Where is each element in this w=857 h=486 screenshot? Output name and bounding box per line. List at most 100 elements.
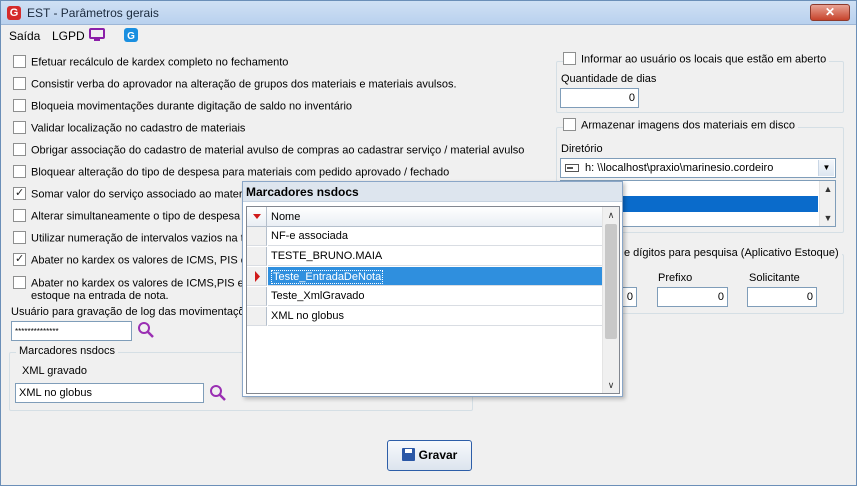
prefixo-field[interactable]: 0 <box>657 287 728 307</box>
row-indicator <box>247 267 267 286</box>
option-recalculo-kardex[interactable]: Efetuar recálculo de kardex completo no … <box>13 55 289 72</box>
checkbox[interactable] <box>13 253 26 266</box>
solicitante-label: Solicitante <box>749 272 800 284</box>
grid-row[interactable]: TESTE_BRUNO.MAIA <box>247 247 602 266</box>
row-indicator <box>247 287 267 306</box>
option-label: Obrigar associação do cadastro de materi… <box>31 144 525 157</box>
checkbox[interactable] <box>13 55 26 68</box>
option-label: Consistir verba do aprovador na alteraçã… <box>31 78 457 91</box>
option-validar-localizacao[interactable]: Validar localização no cadastro de mater… <box>13 121 246 138</box>
grid-row-selected[interactable]: Teste_EntradaDeNota <box>247 267 602 286</box>
sort-indicator[interactable] <box>247 207 267 226</box>
option-numeracao-intervalos[interactable]: Utilizar numeração de intervalos vazios … <box>13 231 248 248</box>
brand-app-icon[interactable]: G <box>123 27 139 43</box>
option-label: Abater no kardex os valores de ICMS, PIS… <box>31 254 247 267</box>
menu-bar: Saída LGPD G <box>1 25 856 47</box>
scroll-up-icon[interactable]: ▲ <box>820 181 836 197</box>
gravar-button[interactable]: Gravar <box>387 440 472 471</box>
grid-cell[interactable]: NF-e associada <box>268 227 602 246</box>
close-button[interactable]: ✕ <box>810 4 850 21</box>
option-bloquear-tipo-despesa[interactable]: Bloquear alteração do tipo de despesa pa… <box>13 165 450 182</box>
checkbox[interactable] <box>563 118 576 131</box>
option-label: Armazenar imagens dos materiais em disco <box>581 119 795 132</box>
option-label: Informar ao usuário os locais que estão … <box>581 53 827 66</box>
search-icon[interactable] <box>137 321 155 339</box>
scroll-thumb[interactable] <box>605 224 617 339</box>
checkbox[interactable] <box>13 276 26 289</box>
scroll-up-icon[interactable]: ∧ <box>603 207 619 223</box>
checkbox[interactable] <box>13 121 26 134</box>
checkbox[interactable] <box>13 231 26 244</box>
drive-icon <box>565 164 579 172</box>
grid-cell[interactable]: Teste_EntradaDeNota <box>268 267 602 286</box>
window-title: EST - Parâmetros gerais <box>27 6 159 20</box>
chevron-down-icon[interactable]: ▼ <box>818 160 834 176</box>
group-title: Marcadores nsdocs <box>16 345 118 357</box>
xml-gravado-label: XML gravado <box>22 365 88 377</box>
option-label: Alterar simultaneamente o tipo de despes… <box>31 210 250 223</box>
option-obrigar-associacao[interactable]: Obrigar associação do cadastro de materi… <box>13 143 525 160</box>
option-alterar-tipo-despesa[interactable]: Alterar simultaneamente o tipo de despes… <box>13 209 250 226</box>
grid-row[interactable]: NF-e associada <box>247 227 602 246</box>
checkbox[interactable] <box>13 209 26 222</box>
row-indicator <box>247 247 267 266</box>
grid-cell-text: Teste_EntradaDeNota <box>271 270 384 284</box>
save-icon <box>401 448 415 461</box>
scrollbar[interactable]: ▲ ▼ <box>819 181 835 226</box>
option-label: Abater no kardex os valores de ICMS,PIS … <box>31 277 244 290</box>
log-user-field[interactable]: ************** <box>11 321 132 341</box>
scroll-down-icon[interactable]: ▼ <box>820 210 836 226</box>
current-row-arrow-icon <box>255 271 260 282</box>
title-bar: G EST - Parâmetros gerais ✕ <box>1 1 856 25</box>
option-label: Bloqueia movimentações durante digitação… <box>31 100 353 113</box>
popup-title: Marcadores nsdocs <box>243 182 622 202</box>
column-header-nome[interactable]: Nome <box>271 211 300 223</box>
checkbox[interactable] <box>563 52 576 65</box>
option-label-cont: estoque na entrada de nota. <box>31 290 169 302</box>
option-label: Validar localização no cadastro de mater… <box>31 122 246 135</box>
grid-header: Nome <box>247 207 602 227</box>
menu-item-lgpd[interactable]: LGPD <box>52 29 85 43</box>
grid-scrollbar[interactable]: ∧ ∨ <box>602 207 619 393</box>
marcadores-grid[interactable]: Nome NF-e associada TESTE_BRUNO.MAIA Tes… <box>246 206 620 394</box>
diretorio-select[interactable]: h: \\localhost\praxio\marinesio.cordeiro… <box>560 158 836 178</box>
checkbox[interactable] <box>13 187 26 200</box>
grid-cell[interactable]: Teste_XmlGravado <box>268 287 602 306</box>
option-label: Bloquear alteração do tipo de despesa pa… <box>31 166 450 179</box>
option-abater-kardex-icms[interactable]: Abater no kardex os valores de ICMS, PIS… <box>13 253 247 270</box>
checkbox[interactable] <box>13 165 26 178</box>
svg-text:G: G <box>127 31 135 42</box>
option-label: Efetuar recálculo de kardex completo no … <box>31 56 289 69</box>
row-indicator <box>247 307 267 326</box>
grid-cell[interactable]: XML no globus <box>268 307 602 326</box>
checkbox[interactable] <box>13 143 26 156</box>
grid-cell[interactable]: TESTE_BRUNO.MAIA <box>268 247 602 266</box>
group-title: e dígitos para pesquisa (Aplicativo Esto… <box>621 247 842 259</box>
log-user-label: Usuário para gravação de log das movimen… <box>11 306 251 318</box>
monitor-icon[interactable] <box>89 27 105 43</box>
quantidade-dias-field[interactable]: 0 <box>560 88 639 108</box>
solicitante-field[interactable]: 0 <box>747 287 817 307</box>
grid-row[interactable]: XML no globus <box>247 307 602 326</box>
app-logo-icon: G <box>7 6 21 20</box>
row-indicator <box>247 227 267 246</box>
grid-row[interactable]: Teste_XmlGravado <box>247 287 602 306</box>
option-armazenar-imagens[interactable]: Armazenar imagens dos materiais em disco <box>563 118 798 135</box>
option-somar-valor-servico[interactable]: Somar valor do serviço associado ao mate… <box>13 187 252 204</box>
quantidade-dias-label: Quantidade de dias <box>561 73 657 85</box>
checkbox[interactable] <box>13 77 26 90</box>
option-label: Somar valor do serviço associado ao mate… <box>31 188 252 201</box>
prefixo-label: Prefixo <box>658 272 693 284</box>
diretorio-value: h: \\localhost\praxio\marinesio.cordeiro <box>585 162 774 174</box>
checkbox[interactable] <box>13 99 26 112</box>
main-window: G EST - Parâmetros gerais ✕ Saída LGPD G… <box>0 0 857 486</box>
option-bloqueia-movimentacoes[interactable]: Bloqueia movimentações durante digitação… <box>13 99 353 116</box>
search-icon[interactable] <box>209 384 227 402</box>
option-label: Utilizar numeração de intervalos vazios … <box>31 232 248 245</box>
option-informar-locais[interactable]: Informar ao usuário os locais que estão … <box>563 52 830 69</box>
menu-item-saida[interactable]: Saída <box>9 29 40 43</box>
option-consistir-verba[interactable]: Consistir verba do aprovador na alteraçã… <box>13 77 457 94</box>
gravar-label: Gravar <box>418 448 458 462</box>
xml-gravado-field[interactable]: XML no globus <box>15 383 204 403</box>
scroll-down-icon[interactable]: ∨ <box>603 377 619 393</box>
